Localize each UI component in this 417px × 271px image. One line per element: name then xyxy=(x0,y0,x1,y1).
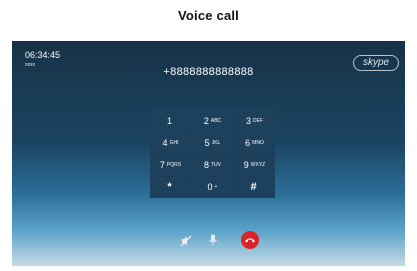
key-9-letters: WXYZ xyxy=(250,162,266,169)
key-hash-digit: # xyxy=(250,181,257,194)
key-7-letters: PQRS xyxy=(166,162,182,169)
key-6-digit: 6 xyxy=(245,137,251,148)
key-4[interactable]: 4 GHI xyxy=(150,132,191,154)
dialed-number: +8888888888888 xyxy=(163,66,254,78)
phone-hangup-icon xyxy=(245,238,255,243)
key-6[interactable]: 6 MNO xyxy=(234,132,275,154)
key-1-digit: 1 xyxy=(166,115,172,126)
key-2-letters: ABC xyxy=(210,117,222,124)
key-hash[interactable]: # xyxy=(234,176,275,198)
key-8-letters: TUV xyxy=(211,162,221,169)
key-5-digit: 5 xyxy=(204,137,210,148)
key-star[interactable]: * xyxy=(150,176,191,198)
key-0-digit: 0 xyxy=(207,182,213,193)
key-0[interactable]: 0 + xyxy=(192,176,233,198)
key-1[interactable]: 1 xyxy=(150,110,191,132)
page-title: Voice call xyxy=(177,8,239,23)
key-9[interactable]: 9 WXYZ xyxy=(234,154,275,176)
key-star-digit: * xyxy=(167,181,172,194)
speaker-off-icon[interactable] xyxy=(180,234,192,252)
key-4-digit: 4 xyxy=(162,137,168,148)
call-screen: 06:34:45 xxxx +8888888888888 skype 1 2 AB… xyxy=(12,41,405,266)
key-6-letters: MNO xyxy=(252,139,264,146)
skype-logo: skype xyxy=(353,55,399,71)
key-3-letters: DEF xyxy=(253,117,263,124)
key-5-letters: JKL xyxy=(211,139,221,146)
microphone-icon[interactable] xyxy=(208,234,218,252)
key-4-letters: GHI xyxy=(169,139,179,146)
key-9-digit: 9 xyxy=(243,160,249,171)
status-time: 06:34:45 xyxy=(25,50,61,60)
key-7[interactable]: 7 PQRS xyxy=(150,154,191,176)
key-2-digit: 2 xyxy=(203,115,209,126)
key-2[interactable]: 2 ABC xyxy=(192,110,233,132)
key-3-digit: 3 xyxy=(245,115,251,126)
key-8[interactable]: 8 TUV xyxy=(192,154,233,176)
key-8-digit: 8 xyxy=(203,160,209,171)
key-5[interactable]: 5 JKL xyxy=(192,132,233,154)
key-3[interactable]: 3 DEF xyxy=(234,110,275,132)
dial-keypad: 1 2 ABC 3 DEF 4 GHI 5 JKL 6 MNO 7 PQRS 8 TUV 9W… xyxy=(150,110,275,198)
key-7-digit: 7 xyxy=(159,160,165,171)
key-0-letters: + xyxy=(214,184,218,191)
hangup-button[interactable] xyxy=(241,231,259,249)
